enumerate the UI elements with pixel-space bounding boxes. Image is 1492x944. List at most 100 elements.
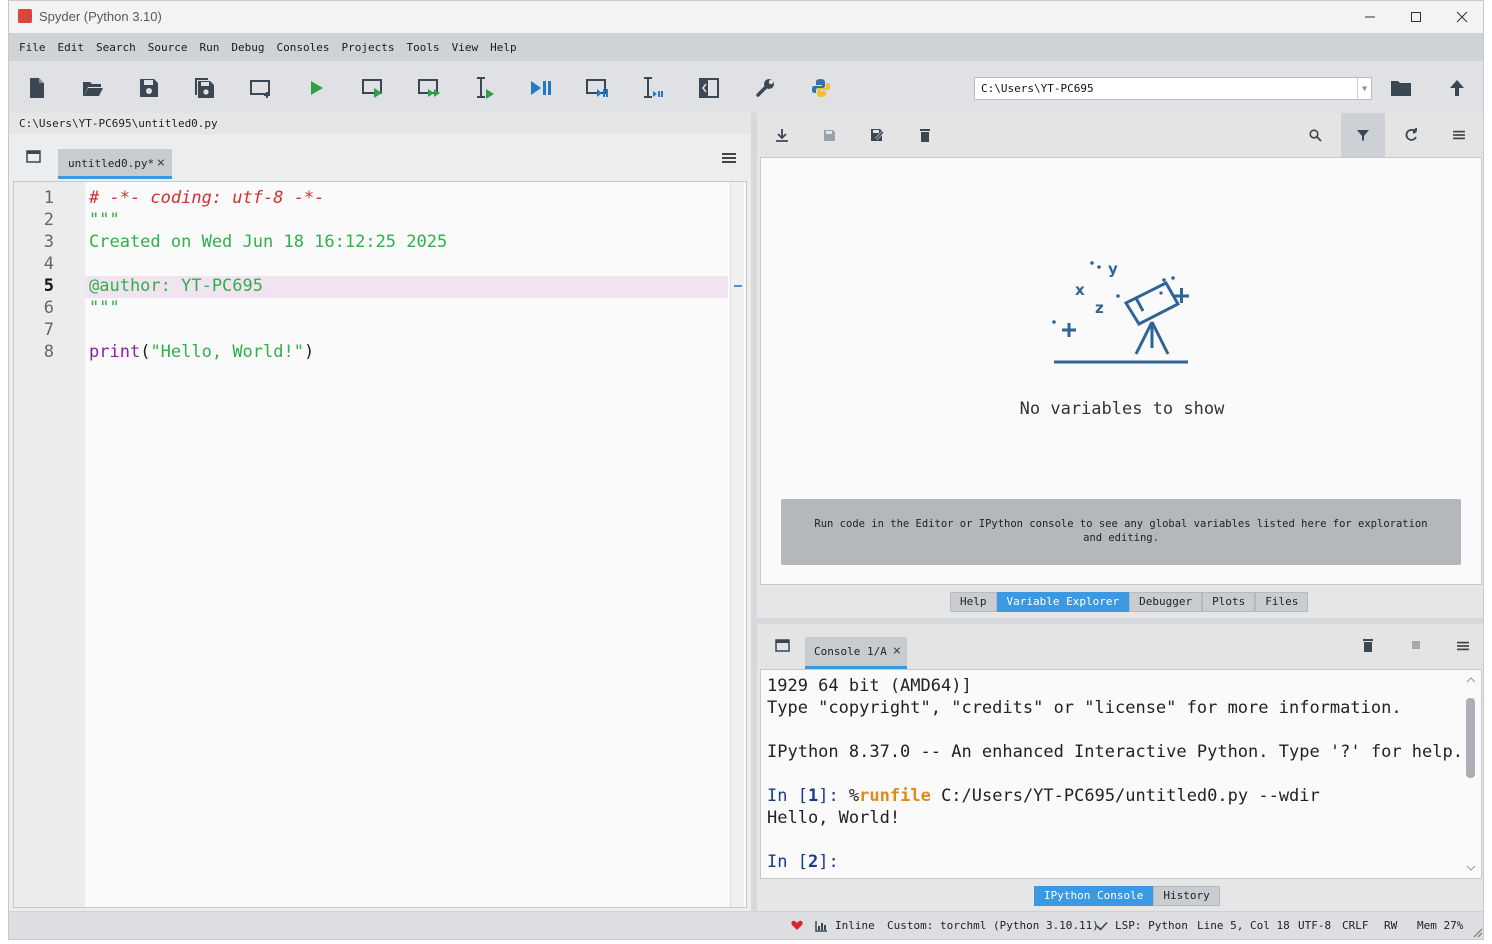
minimize-icon — [1365, 16, 1375, 18]
telescope-illustration-icon: x y z — [1052, 260, 1189, 364]
debug-selection-button[interactable] — [638, 73, 668, 103]
create-cell-button[interactable] — [246, 73, 276, 103]
variable-explorer-pane: x y z No variables to show Run code in t… — [760, 157, 1482, 585]
menu-projects[interactable]: Projects — [335, 41, 400, 54]
preferences-button[interactable] — [750, 73, 780, 103]
line-number: 4 — [43, 254, 54, 274]
menu-tools[interactable]: Tools — [400, 41, 445, 54]
resize-grip-icon[interactable] — [1471, 926, 1483, 938]
status-python-env[interactable]: Custom: torchml (Python 3.10.11) — [887, 919, 1099, 932]
run-cell-button[interactable] — [358, 73, 388, 103]
scroll-up-icon[interactable] — [1466, 676, 1476, 684]
code-token: print — [89, 342, 141, 362]
save-button[interactable] — [134, 73, 164, 103]
interrupt-kernel-button[interactable] — [1408, 637, 1424, 653]
scroll-down-icon[interactable] — [1466, 864, 1476, 872]
working-directory-value: C:\Users\YT-PC695 — [981, 82, 1094, 95]
console-options-menu-icon[interactable] — [1457, 641, 1469, 651]
filter-variables-button[interactable] — [1355, 127, 1371, 143]
tab-variable-explorer[interactable]: Variable Explorer — [996, 592, 1130, 612]
tab-help[interactable]: Help — [950, 592, 997, 612]
trash-icon — [1363, 639, 1373, 652]
minimize-button[interactable] — [1347, 1, 1393, 33]
save-all-button[interactable] — [190, 73, 220, 103]
menu-help[interactable]: Help — [484, 41, 523, 54]
menu-debug[interactable]: Debug — [225, 41, 270, 54]
editor-scrollbar[interactable] — [730, 182, 744, 907]
run-cell-advance-icon — [418, 79, 440, 97]
console-token: ]: — [818, 786, 849, 806]
console-line: Hello, World! — [767, 808, 900, 828]
filter-icon — [1357, 129, 1369, 141]
close-tab-icon[interactable]: × — [157, 155, 165, 171]
chevron-down-icon[interactable]: ▼ — [1357, 78, 1371, 99]
ipython-console[interactable]: · · · · · · 1929 64 bit (AMD64)]Type "co… — [760, 669, 1482, 879]
run-selection-icon — [477, 77, 494, 99]
search-variables-button[interactable] — [1307, 127, 1323, 143]
check-icon — [1096, 921, 1108, 931]
trash-icon — [920, 129, 930, 142]
maximize-button[interactable] — [1393, 1, 1439, 33]
debug-cell-button[interactable] — [582, 73, 612, 103]
run-file-button[interactable] — [302, 73, 332, 103]
open-file-button[interactable] — [78, 73, 108, 103]
tab-history[interactable]: History — [1153, 886, 1220, 906]
refresh-variables-button[interactable] — [1403, 127, 1419, 143]
editor-file-path: C:\Users\YT-PC695\untitled0.py — [19, 117, 218, 130]
console-scrollbar[interactable] — [1466, 676, 1476, 872]
save-data-button[interactable] — [821, 127, 837, 143]
run-selection-button[interactable] — [470, 73, 500, 103]
console-tab-label: Console 1/A — [814, 645, 887, 658]
tab-plots[interactable]: Plots — [1202, 592, 1256, 612]
line-number: 6 — [43, 298, 54, 318]
run-cell-advance-button[interactable] — [414, 73, 444, 103]
menu-view[interactable]: View — [446, 41, 485, 54]
close-button[interactable] — [1439, 1, 1483, 33]
console-line: 1929 64 bit (AMD64)] — [767, 676, 972, 696]
console-header: Console 1/A × — [757, 624, 1483, 669]
close-tab-icon[interactable]: × — [893, 643, 901, 659]
run-cell-icon — [362, 79, 382, 98]
console-tab[interactable]: Console 1/A × — [805, 637, 907, 669]
clear-console-button[interactable] — [1360, 637, 1376, 653]
console-line: In [1]: %runfile C:/Users/YT-PC695/untit… — [767, 786, 1320, 806]
code-token: ) — [303, 342, 315, 362]
menu-source[interactable]: Source — [142, 41, 194, 54]
console-token: 1 — [807, 786, 819, 806]
save-data-as-button[interactable] — [869, 127, 885, 143]
code-editor[interactable]: 12345678 # -*- coding: utf-8 -*- """ Creat… — [13, 181, 747, 908]
status-memory: Mem 27% — [1417, 919, 1464, 932]
editor-options-menu-icon[interactable] — [722, 153, 736, 163]
save-all-icon — [195, 78, 214, 98]
tab-debugger[interactable]: Debugger — [1129, 592, 1203, 612]
editor-new-window-button[interactable] — [26, 149, 42, 165]
menu-edit[interactable]: Edit — [52, 41, 91, 54]
tab-files[interactable]: Files — [1255, 592, 1309, 612]
window-title: Spyder (Python 3.10) — [39, 9, 162, 24]
import-data-button[interactable] — [774, 127, 790, 143]
new-file-button[interactable] — [22, 73, 52, 103]
menu-search[interactable]: Search — [90, 41, 142, 54]
console-scrollbar-thumb[interactable] — [1466, 698, 1475, 778]
editor-tab-untitled0[interactable]: untitled0.py* × — [58, 149, 172, 179]
browse-directory-button[interactable] — [1386, 73, 1416, 103]
parent-directory-button[interactable] — [1442, 73, 1472, 103]
console-new-window-button[interactable] — [775, 638, 791, 654]
console-token: 1929 64 bit (AMD64)] — [767, 676, 972, 696]
line-number: 8 — [43, 342, 54, 362]
tab-ipython-console[interactable]: IPython Console — [1034, 886, 1154, 906]
maximize-pane-button[interactable] — [694, 73, 724, 103]
status-matplotlib-backend[interactable]: Inline — [835, 919, 875, 932]
variable-explorer-options-icon[interactable] — [1453, 130, 1465, 140]
remove-all-variables-button[interactable] — [917, 127, 933, 143]
menu-file[interactable]: File — [13, 41, 52, 54]
line-number: 3 — [43, 232, 54, 252]
debug-file-button[interactable] — [526, 73, 556, 103]
editor-tab-label: untitled0.py* — [68, 157, 155, 170]
python-path-manager-button[interactable] — [806, 73, 836, 103]
status-lsp[interactable]: LSP: Python — [1115, 919, 1188, 932]
menu-consoles[interactable]: Consoles — [271, 41, 336, 54]
menu-run[interactable]: Run — [194, 41, 226, 54]
working-directory-input[interactable]: C:\Users\YT-PC695 ▼ — [974, 77, 1372, 100]
status-cursor-position: Line 5, Col 18 — [1197, 919, 1290, 932]
